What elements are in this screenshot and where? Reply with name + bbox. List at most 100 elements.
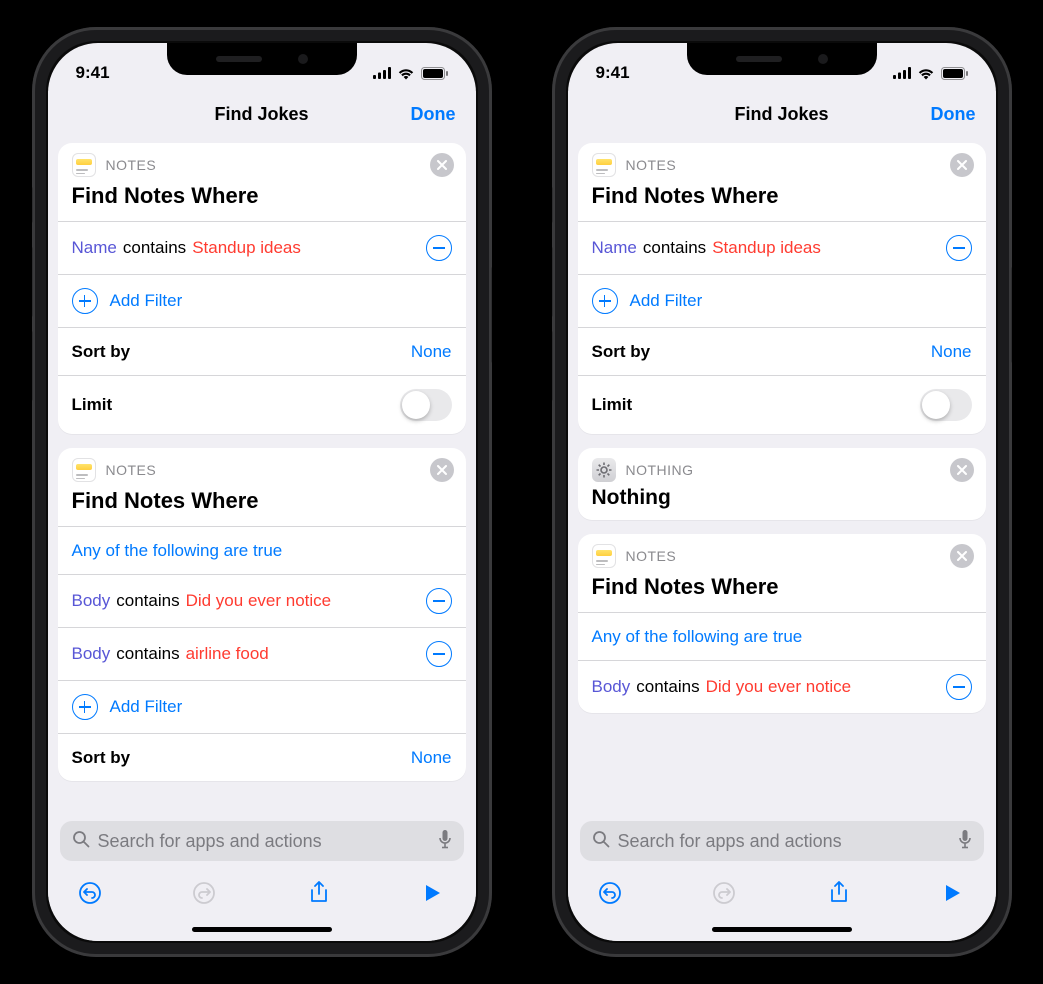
filter-field[interactable]: Name [72, 238, 117, 258]
filter-row[interactable]: Body contains airline food [58, 627, 466, 680]
limit-toggle[interactable] [920, 389, 972, 421]
sort-by-row[interactable]: Sort by None [58, 733, 466, 781]
notes-app-icon [72, 153, 96, 177]
app-label: NOTES [626, 157, 677, 173]
filter-field[interactable]: Name [592, 238, 637, 258]
add-filter-icon[interactable] [72, 694, 98, 720]
page-title: Find Jokes [214, 104, 308, 125]
sort-by-row[interactable]: Sort by None [578, 327, 986, 375]
done-button[interactable]: Done [411, 104, 456, 125]
filter-row[interactable]: Body contains Did you ever notice [58, 574, 466, 627]
wifi-icon [397, 67, 415, 80]
notes-app-icon [592, 544, 616, 568]
filter-value[interactable]: Standup ideas [712, 238, 821, 258]
filter-field[interactable]: Body [72, 644, 111, 664]
redo-button[interactable] [708, 877, 740, 909]
battery-icon [421, 67, 448, 80]
remove-filter-button[interactable] [426, 235, 452, 261]
app-label: NOTES [626, 548, 677, 564]
filter-value[interactable]: airline food [186, 644, 269, 664]
add-filter-icon[interactable] [72, 288, 98, 314]
filter-group-label[interactable]: Any of the following are true [72, 541, 283, 561]
limit-toggle[interactable] [400, 389, 452, 421]
remove-filter-button[interactable] [426, 641, 452, 667]
undo-button[interactable] [594, 877, 626, 909]
dictate-icon[interactable] [958, 829, 972, 854]
home-indicator[interactable] [568, 917, 996, 941]
sort-by-value[interactable]: None [411, 748, 452, 768]
sort-by-value[interactable]: None [411, 342, 452, 362]
action-card-find-notes-2: NOTES Find Notes Where Any of the follow… [578, 534, 986, 713]
filter-field[interactable]: Body [592, 677, 631, 697]
sort-by-label: Sort by [72, 342, 131, 362]
action-card-find-notes-1: NOTES Find Notes Where Name contains Sta… [58, 143, 466, 434]
filter-op[interactable]: contains [643, 238, 706, 258]
app-label: NOTES [106, 462, 157, 478]
share-button[interactable] [823, 877, 855, 909]
limit-label: Limit [592, 395, 633, 415]
action-card-find-notes-1: NOTES Find Notes Where Name contains Sta… [578, 143, 986, 434]
search-input[interactable]: Search for apps and actions [580, 821, 984, 861]
battery-icon [941, 67, 968, 80]
dictate-icon[interactable] [438, 829, 452, 854]
add-filter-label: Add Filter [630, 291, 703, 311]
action-title: Find Notes Where [578, 568, 986, 612]
filter-value[interactable]: Did you ever notice [186, 591, 332, 611]
app-label: NOTES [106, 157, 157, 173]
filter-group-label[interactable]: Any of the following are true [592, 627, 803, 647]
filter-group-row[interactable]: Any of the following are true [578, 612, 986, 660]
add-filter-label: Add Filter [110, 697, 183, 717]
search-icon [72, 830, 90, 853]
undo-button[interactable] [74, 877, 106, 909]
filter-group-row[interactable]: Any of the following are true [58, 526, 466, 574]
home-indicator[interactable] [48, 917, 476, 941]
sort-by-label: Sort by [72, 748, 131, 768]
limit-label: Limit [72, 395, 113, 415]
share-button[interactable] [303, 877, 335, 909]
search-icon [592, 830, 610, 853]
filter-row[interactable]: Body contains Did you ever notice [578, 660, 986, 713]
redo-button[interactable] [188, 877, 220, 909]
add-filter-row[interactable]: Add Filter [58, 680, 466, 733]
filter-value[interactable]: Standup ideas [192, 238, 301, 258]
search-placeholder: Search for apps and actions [618, 831, 950, 852]
add-filter-row[interactable]: Add Filter [578, 274, 986, 327]
app-label: NOTHING [626, 462, 694, 478]
add-filter-row[interactable]: Add Filter [58, 274, 466, 327]
remove-action-button[interactable] [950, 153, 974, 177]
filter-op[interactable]: contains [116, 591, 179, 611]
filter-row[interactable]: Name contains Standup ideas [578, 221, 986, 274]
remove-filter-button[interactable] [946, 674, 972, 700]
run-button[interactable] [417, 877, 449, 909]
filter-row[interactable]: Name contains Standup ideas [58, 221, 466, 274]
filter-op[interactable]: contains [123, 238, 186, 258]
sort-by-row[interactable]: Sort by None [58, 327, 466, 375]
notch [687, 43, 877, 75]
search-input[interactable]: Search for apps and actions [60, 821, 464, 861]
action-title: Find Notes Where [578, 177, 986, 221]
filter-value[interactable]: Did you ever notice [706, 677, 852, 697]
add-filter-label: Add Filter [110, 291, 183, 311]
filter-op[interactable]: contains [116, 644, 179, 664]
limit-row: Limit [58, 375, 466, 434]
run-button[interactable] [937, 877, 969, 909]
notes-app-icon [592, 153, 616, 177]
action-title: Nothing [578, 482, 986, 520]
remove-action-button[interactable] [950, 458, 974, 482]
filter-op[interactable]: contains [636, 677, 699, 697]
remove-action-button[interactable] [950, 544, 974, 568]
nav-bar: Find Jokes Done [568, 91, 996, 137]
remove-action-button[interactable] [430, 153, 454, 177]
toolbar [568, 869, 996, 917]
remove-filter-button[interactable] [426, 588, 452, 614]
sort-by-value[interactable]: None [931, 342, 972, 362]
done-button[interactable]: Done [931, 104, 976, 125]
nav-bar: Find Jokes Done [48, 91, 476, 137]
remove-action-button[interactable] [430, 458, 454, 482]
filter-field[interactable]: Body [72, 591, 111, 611]
add-filter-icon[interactable] [592, 288, 618, 314]
action-title: Find Notes Where [58, 482, 466, 526]
remove-filter-button[interactable] [946, 235, 972, 261]
status-time: 9:41 [596, 63, 630, 83]
status-time: 9:41 [76, 63, 110, 83]
